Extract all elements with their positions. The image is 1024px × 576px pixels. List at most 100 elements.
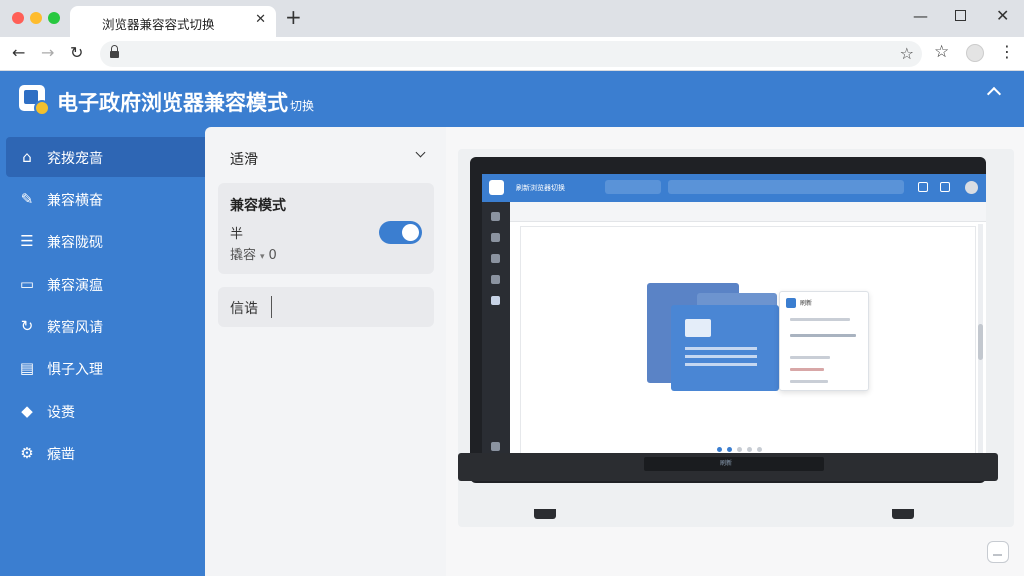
maximize-button[interactable] xyxy=(955,7,966,25)
list-icon: ☰ xyxy=(20,232,34,250)
sidebar-item-settings[interactable]: ⚙ 瘊凿 xyxy=(6,433,205,473)
monitor-screen: 刷新浏览器切换 刷新 xyxy=(482,174,986,471)
dialog-line xyxy=(790,334,856,337)
screen-header: 刷新浏览器切换 xyxy=(482,174,986,202)
sidebar-item-code[interactable]: ◆ 设赉 xyxy=(6,391,205,431)
screen-sidebar-icon xyxy=(491,296,500,305)
sidebar-item-label: 兼容演瘟 xyxy=(47,278,103,294)
compat-mode-card: 兼容模式 半 撬容 ▾ 0 xyxy=(218,183,434,274)
preview-area: 刷新浏览器切换 刷新 刷新 xyxy=(446,127,1024,576)
sidebar-item-label: 惧子入理 xyxy=(47,362,103,378)
screen-avatar xyxy=(965,181,978,194)
app-title-main: 电子政府浏览器兼容模式 xyxy=(57,91,288,115)
app-window: 电子政府浏览器兼容模式 切换 ⌂ 兖拨宠啬 ✎ 兼容横奋 ☰ 兼容陇砚 ▭ 兼容演… xyxy=(0,71,1024,576)
maximize-icon xyxy=(955,10,966,21)
dialog-line xyxy=(790,380,828,383)
browser-tab-bar: 浏览器兼容容式切换 ✕ + — ✕ xyxy=(0,0,1024,37)
stand-label: 刷新 xyxy=(720,460,733,467)
input-label: 信诰 xyxy=(230,301,258,317)
card-title: 兼容模式 xyxy=(230,198,286,214)
settings-panel: 适滑 兼容模式 半 撬容 ▾ 0 信诰 xyxy=(205,127,446,576)
minimize-button[interactable]: — xyxy=(913,7,928,25)
sidebar-item-compat-edit[interactable]: ✎ 兼容横奋 xyxy=(6,179,205,219)
carousel-dot[interactable] xyxy=(727,447,732,452)
browser-tab[interactable]: 浏览器兼容容式切换 ✕ xyxy=(70,6,276,37)
window-minimize-dot[interactable] xyxy=(30,12,42,24)
sidebar-item-label: 兼容横奋 xyxy=(47,193,103,209)
window-maximize-dot[interactable] xyxy=(48,12,60,24)
bookmarks-icon[interactable]: ☆ xyxy=(934,42,949,62)
edit-icon: ✎ xyxy=(20,190,34,208)
screen-scrollbar xyxy=(978,224,983,464)
monitor-stand-center xyxy=(644,457,824,471)
dialog-line xyxy=(790,356,830,359)
mode-select[interactable]: 适滑 xyxy=(218,139,434,175)
monitor-illustration: 刷新浏览器切换 刷新 xyxy=(470,157,986,483)
dialog-logo-icon xyxy=(786,298,796,308)
toggle-knob xyxy=(402,224,419,241)
sidebar-item-refresh[interactable]: ↻ 簌窖风请 xyxy=(6,306,205,346)
info-input[interactable]: 信诰 xyxy=(218,287,434,327)
sidebar-item-label: 兼容陇砚 xyxy=(47,235,103,251)
card-subtitle: 半 xyxy=(230,227,244,242)
browser-menu-icon[interactable]: ⋮ xyxy=(999,42,1015,61)
screen-sidebar-icon xyxy=(491,254,500,263)
card-value-label: 撬容 xyxy=(230,248,257,263)
screen-sidebar-icon xyxy=(491,233,500,242)
forward-button[interactable]: → xyxy=(41,43,54,63)
sidebar-item-label: 兖拨宠啬 xyxy=(47,151,103,167)
screen-settings-icon xyxy=(491,442,500,451)
screen-sidebar-icon xyxy=(491,212,500,221)
tab-close-icon[interactable]: ✕ xyxy=(255,12,266,27)
code-icon: ◆ xyxy=(21,402,33,420)
screen-main: 刷新 xyxy=(520,226,976,461)
dialog-line xyxy=(790,318,850,321)
new-tab-button[interactable]: + xyxy=(285,7,302,27)
profile-avatar[interactable] xyxy=(966,44,984,62)
chevron-down-icon xyxy=(415,147,426,158)
reload-button[interactable]: ↻ xyxy=(70,43,83,63)
text-cursor xyxy=(271,296,272,318)
caret-down-icon: ▾ xyxy=(260,252,265,262)
app-title-suffix: 切换 xyxy=(290,99,315,113)
app-logo-icon xyxy=(19,85,50,116)
screen-window-icon xyxy=(940,182,950,192)
sidebar: ⌂ 兖拨宠啬 ✎ 兼容横奋 ☰ 兼容陇砚 ▭ 兼容演瘟 ↻ 簌窖风请 ▤ 惧子入… xyxy=(0,127,205,576)
collapse-up-icon[interactable] xyxy=(986,86,1002,102)
monitor-stand-bar: 刷新 xyxy=(458,453,998,481)
close-button[interactable]: ✕ xyxy=(996,7,1009,25)
carousel-dot[interactable] xyxy=(747,447,752,452)
screen-breadcrumb xyxy=(510,202,986,222)
sidebar-item-home[interactable]: ⌂ 兖拨宠啬 xyxy=(6,137,205,177)
monitor-foot-right xyxy=(892,509,914,519)
sidebar-item-document[interactable]: ▤ 惧子入理 xyxy=(6,348,205,388)
carousel-dot[interactable] xyxy=(737,447,742,452)
screen-window-icon xyxy=(918,182,928,192)
back-button[interactable]: ← xyxy=(12,43,25,63)
refresh-icon: ↻ xyxy=(20,317,34,335)
sidebar-item-compat-chat[interactable]: ▭ 兼容演瘟 xyxy=(6,264,205,304)
dialog-line xyxy=(790,368,824,371)
gear-icon: ⚙ xyxy=(20,444,34,462)
app-header: 电子政府浏览器兼容模式 切换 xyxy=(0,71,1024,127)
compat-mode-toggle[interactable] xyxy=(379,221,422,244)
carousel-dot[interactable] xyxy=(717,447,722,452)
card-value: 0 xyxy=(268,248,277,263)
screen-title: 刷新浏览器切换 xyxy=(516,184,565,192)
home-icon: ⌂ xyxy=(22,148,32,166)
browser-toolbar: ← → ↻ ☆ ☆ ⋮ xyxy=(0,37,1024,71)
tab-title: 浏览器兼容容式切换 xyxy=(102,17,215,32)
screen-sidebar-icon xyxy=(491,275,500,284)
card-value-row[interactable]: 撬容 ▾ 0 xyxy=(230,244,277,263)
address-bar[interactable]: ☆ xyxy=(100,41,922,67)
sidebar-item-label: 瘊凿 xyxy=(47,447,75,463)
screen-address-bar xyxy=(605,180,661,194)
sidebar-item-compat-list[interactable]: ☰ 兼容陇砚 xyxy=(6,221,205,261)
chat-bubble-icon[interactable] xyxy=(987,541,1009,563)
window-close-dot[interactable] xyxy=(12,12,24,24)
bookmark-star-icon[interactable]: ☆ xyxy=(900,44,914,63)
sidebar-item-label: 设赉 xyxy=(47,405,75,421)
illustration-card-front xyxy=(671,305,779,391)
screen-search-bar xyxy=(668,180,904,194)
carousel-dot[interactable] xyxy=(757,447,762,452)
